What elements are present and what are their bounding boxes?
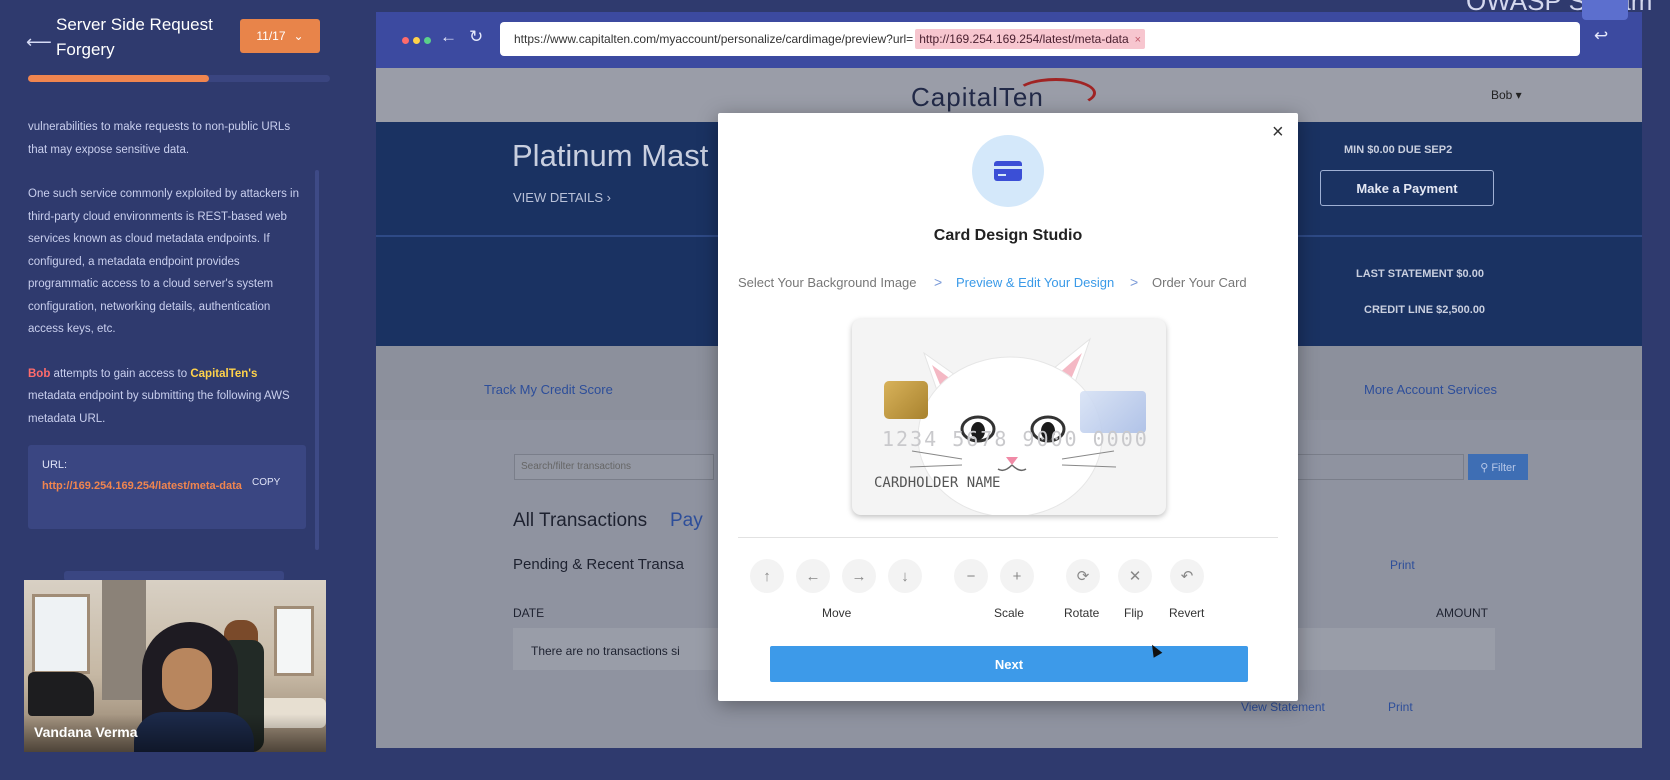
- modal-title: Card Design Studio: [933, 227, 1083, 244]
- video-window: [32, 594, 90, 674]
- revert-label: Revert: [1169, 606, 1205, 620]
- participant-video: Vandana Verma: [24, 580, 326, 752]
- lesson-scrollbar[interactable]: [315, 170, 319, 550]
- more-account-services-link[interactable]: More Account Services: [1364, 382, 1497, 397]
- user-menu[interactable]: Bob ▾: [1491, 88, 1522, 102]
- lesson-paragraph: One such service commonly exploited by a…: [28, 188, 300, 335]
- chevron-right-icon: >: [1130, 274, 1139, 290]
- window-dot: [402, 37, 409, 44]
- video-window: [274, 606, 314, 676]
- credit-card-icon: [972, 135, 1044, 207]
- url-injected-param: http://169.254.169.254/latest/meta-data ×: [915, 29, 1146, 49]
- date-range-input[interactable]: [1274, 454, 1464, 480]
- lesson-header: ⟵ Server Side Request Forgery 11/17 ⌄: [20, 10, 330, 70]
- url-injected-text: http://169.254.169.254/latest/meta-data: [919, 32, 1129, 46]
- step-selector[interactable]: 11/17 ⌄: [240, 19, 320, 53]
- back-icon[interactable]: ←: [440, 27, 457, 47]
- print-link[interactable]: Print: [1388, 700, 1413, 714]
- card-number: 1234 5678 9000 0000: [882, 427, 1149, 451]
- lesson-progress-fill: [28, 75, 210, 82]
- lesson-text: vulnerabilities to make requests to non-…: [28, 116, 308, 452]
- last-statement: LAST STATEMENT $0.00: [1356, 268, 1484, 280]
- url-value: http://169.254.169.254/latest/meta-data: [42, 480, 242, 492]
- filter-button[interactable]: ⚲ Filter: [1468, 454, 1528, 480]
- rotate-button[interactable]: ⟳: [1066, 559, 1100, 593]
- pending-heading: Pending & Recent Transa: [513, 556, 684, 573]
- card-chip: [884, 381, 928, 419]
- chevron-right-icon: >: [934, 274, 943, 290]
- video-person-face: [162, 648, 212, 710]
- card-product-name: Platinum Mast: [512, 138, 709, 173]
- search-input[interactable]: Search/filter transactions: [514, 454, 714, 480]
- scale-label: Scale: [994, 606, 1025, 620]
- flip-label: Flip: [1124, 606, 1144, 620]
- flip-button[interactable]: ✕: [1118, 559, 1152, 593]
- lesson-text-span: attempts to gain access to: [50, 367, 191, 380]
- move-left-button[interactable]: ←: [796, 559, 830, 593]
- step-select-background[interactable]: Select Your Background Image: [738, 275, 917, 290]
- card-design-modal: × Card Design Studio Select Your Backgro…: [718, 113, 1298, 701]
- track-credit-score-link[interactable]: Track My Credit Score: [484, 382, 613, 397]
- lesson-text-span: metadata endpoint by submitting the foll…: [28, 390, 290, 425]
- rotate-label: Rotate: [1064, 606, 1100, 620]
- participant-name: Vandana Verma: [34, 724, 138, 740]
- move-label: Move: [822, 606, 852, 620]
- video-fireplace: [102, 580, 146, 700]
- window-dot: [424, 37, 431, 44]
- video-piano: [28, 672, 94, 716]
- scale-up-button[interactable]: +: [1000, 559, 1034, 593]
- payments-tab[interactable]: Pay: [670, 510, 703, 532]
- lesson-paragraph: Bob attempts to gain access to CapitalTe…: [28, 363, 308, 431]
- card-preview[interactable]: 1234 5678 9000 0000 CARDHOLDER NAME: [852, 319, 1166, 515]
- window-dots: [402, 37, 431, 44]
- step-indicator: 11/17: [256, 29, 286, 43]
- move-down-button[interactable]: ↓: [888, 559, 922, 593]
- empty-transactions-text: There are no transactions si: [531, 644, 680, 658]
- close-icon[interactable]: ×: [1272, 121, 1284, 144]
- url-label: URL:: [42, 459, 68, 471]
- clear-icon[interactable]: ×: [1135, 34, 1141, 46]
- lesson-progress-bar: [28, 75, 330, 82]
- reload-icon[interactable]: ↻: [469, 27, 483, 47]
- address-bar[interactable]: https://www.capitalten.com/myaccount/per…: [500, 22, 1580, 56]
- participant-name-bar: Vandana Verma: [24, 714, 326, 752]
- browser-toolbar: ← ↻ https://www.capitalten.com/myaccount…: [376, 12, 1642, 68]
- logo-swoosh-icon: [1016, 78, 1096, 108]
- credit-line: CREDIT LINE $2,500.00: [1364, 304, 1486, 316]
- modal-divider: [738, 537, 1278, 538]
- revert-button[interactable]: ↶: [1170, 559, 1204, 593]
- step-order-card[interactable]: Order Your Card: [1152, 275, 1247, 290]
- print-link[interactable]: Print: [1390, 558, 1415, 572]
- min-due: MIN $0.00 DUE SEP2: [1344, 144, 1453, 156]
- url-snippet-box: URL: http://169.254.169.254/latest/meta-…: [28, 445, 306, 529]
- chevron-down-icon: ⌄: [293, 29, 304, 43]
- brand-mark-icon: [1582, 0, 1628, 20]
- amount-column-header: AMOUNT: [1436, 606, 1488, 620]
- scale-down-button[interactable]: −: [954, 559, 988, 593]
- view-details-link[interactable]: VIEW DETAILS ›: [513, 190, 611, 205]
- move-up-button[interactable]: ↑: [750, 559, 784, 593]
- move-right-button[interactable]: →: [842, 559, 876, 593]
- window-dot: [413, 37, 420, 44]
- cardholder-name: CARDHOLDER NAME: [874, 475, 1001, 491]
- step-preview-edit[interactable]: Preview & Edit Your Design: [956, 275, 1114, 290]
- all-transactions-heading[interactable]: All Transactions: [513, 510, 647, 532]
- copy-button[interactable]: COPY: [252, 477, 280, 488]
- back-arrow-icon[interactable]: ⟵: [26, 32, 52, 53]
- date-column-header: DATE: [513, 606, 545, 620]
- next-button[interactable]: Next: [770, 646, 1248, 682]
- enter-icon[interactable]: ↩: [1594, 26, 1608, 46]
- url-prefix: https://www.capitalten.com/myaccount/per…: [514, 32, 914, 46]
- highlight-capitalten: CapitalTen's: [190, 367, 258, 380]
- make-payment-button[interactable]: Make a Payment: [1320, 170, 1494, 206]
- highlight-bob: Bob: [28, 367, 51, 380]
- view-statement-link[interactable]: View Statement: [1241, 700, 1325, 714]
- lesson-title: Server Side Request Forgery: [56, 15, 213, 59]
- lesson-paragraph: vulnerabilities to make requests to non-…: [28, 121, 291, 156]
